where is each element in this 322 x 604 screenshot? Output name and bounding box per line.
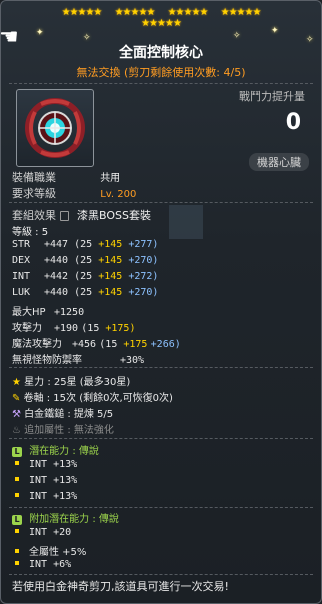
machine-heart-badge: 機器心臟: [249, 153, 309, 171]
legendary-potential-icon: L: [12, 447, 22, 457]
sparkle-icon: ✦: [36, 28, 44, 38]
divider: [9, 367, 313, 368]
job-row: 裝備職業 共用: [12, 169, 120, 185]
flame-icon: ♨: [12, 425, 21, 436]
flame-row: ♨ 追加屬性 : 無法強化: [12, 425, 114, 436]
bullet-icon: [15, 461, 19, 465]
star-force-row: ★ 星力 : 25星 (最多30星): [12, 377, 131, 388]
item-icon-frame[interactable]: [16, 89, 94, 167]
star-group-5: ★★★★★: [141, 18, 182, 29]
scroll-row: ✎ 卷軸 : 15次 (剩餘0次,可恢復0次): [12, 393, 173, 404]
stat-row-att: 攻擊力 +190 (15 +175): [12, 323, 136, 334]
level-req-label: 要求等級: [12, 187, 56, 200]
power-label: 戰鬥力提升量: [239, 90, 305, 103]
bonus-potential-title: L 附加潛在能力 : 傳說: [12, 510, 119, 525]
stat-row-hp: 最大HP +1250: [12, 307, 85, 318]
hammer-row: ⚒ 白金鐵鎚 : 提煉 5/5: [12, 409, 114, 420]
potential-title: L 潛在能力 : 傳說: [12, 442, 99, 457]
level-req-value: Lv. 200: [100, 189, 137, 200]
set-label: 套組效果: [12, 209, 56, 222]
bullet-icon: [15, 529, 19, 533]
stat-row-int: INT +442 (25 +145 +272): [12, 271, 159, 282]
star-group-2: ★★★★★: [114, 7, 156, 18]
bullet-icon: [15, 493, 19, 497]
level-req-row: 要求等級 Lv. 200: [12, 185, 136, 201]
star-icon: ★: [12, 377, 21, 388]
level-row: 等級 : 5: [12, 223, 48, 238]
potential-line: INT +13%: [12, 459, 77, 470]
potential-line: INT +13%: [12, 491, 77, 502]
potential-line: INT +13%: [12, 475, 77, 486]
legendary-potential-icon: L: [12, 515, 22, 525]
job-value: 共用: [100, 173, 121, 184]
item-name: 全面控制核心: [119, 45, 203, 61]
divider: [9, 202, 313, 203]
bullet-icon: [15, 549, 19, 553]
bullet-icon: [15, 561, 19, 565]
bonus-potential-line: 全屬性 +5%: [12, 543, 86, 558]
sparkle-icon: ✧: [233, 31, 241, 41]
power-value: 0: [285, 110, 301, 135]
bonus-potential-line: INT +20: [12, 527, 71, 538]
divider: [9, 83, 313, 84]
scroll-icon: ✎: [12, 393, 21, 404]
star-group-1: ★★★★★: [61, 7, 103, 18]
stat-row-dex: DEX +440 (25 +145 +270): [12, 255, 159, 266]
stat-row-str: STR +447 (25 +145 +277): [12, 239, 159, 250]
item-tooltip: ★★★★★ ★★★★★ ★★★★★ ★★★★★ ★★★★★ ✦ ✧ ✧ ✦ ✧ …: [0, 0, 322, 604]
lock-icon: [60, 211, 69, 221]
bullet-icon: [15, 477, 19, 481]
background-panel: [169, 205, 203, 239]
scissors-notice: 若使用白金神奇剪刀,該道具可進行一次交易!: [12, 580, 229, 593]
set-value: 漆黑BOSS套裝: [77, 209, 151, 222]
stat-row-matt: 魔法攻擊力 +456 (15 +175 +266): [12, 339, 181, 350]
hammer-icon: ⚒: [12, 409, 21, 420]
divider: [9, 438, 313, 439]
sparkle-icon: ✦: [271, 26, 279, 36]
stat-row-ied: 無視怪物防禦率 +30%: [12, 355, 145, 366]
divider: [9, 574, 313, 575]
item-level: 等級 : 5: [12, 227, 49, 238]
job-label: 裝備職業: [12, 171, 56, 184]
trade-status: 無法交換 (剪刀剩餘使用次數: 4/5): [76, 66, 246, 79]
bonus-potential-line: INT +6%: [12, 559, 71, 570]
set-row[interactable]: 套組效果 漆黑BOSS套裝: [12, 207, 151, 223]
star-group-3: ★★★★★: [167, 7, 209, 18]
divider: [9, 507, 313, 508]
core-item-icon: [25, 98, 85, 158]
stat-row-luk: LUK +440 (25 +145 +270): [12, 287, 159, 298]
star-group-4: ★★★★★: [220, 7, 262, 18]
